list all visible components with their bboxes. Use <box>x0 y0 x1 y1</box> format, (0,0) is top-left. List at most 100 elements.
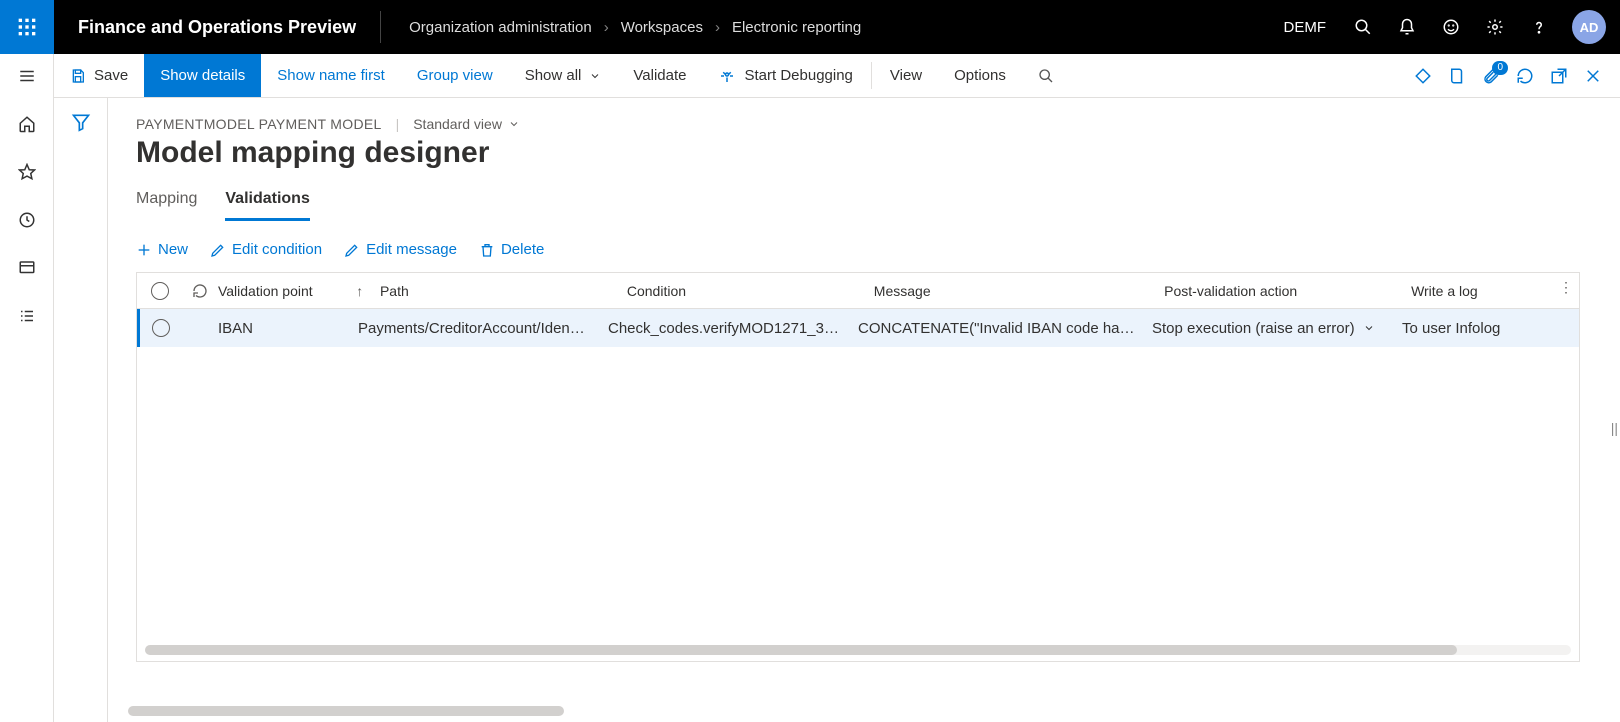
view-name-label: Standard view <box>413 116 502 132</box>
new-label: New <box>158 241 188 258</box>
show-all-label: Show all <box>525 67 582 84</box>
refresh-grid-icon[interactable] <box>192 283 208 299</box>
edit-condition-label: Edit condition <box>232 241 322 258</box>
breadcrumb-item[interactable]: Organization administration <box>409 19 592 36</box>
col-message[interactable]: Message <box>874 283 1164 299</box>
action-bar: Save Show details Show name first Group … <box>54 54 1620 98</box>
select-all-checkbox[interactable] <box>151 282 169 300</box>
main-content: PAYMENTMODEL PAYMENT MODEL | Standard vi… <box>108 98 1620 722</box>
home-icon[interactable] <box>15 112 39 136</box>
grid-header: Validation point ↑ Path Condition Messag… <box>137 273 1579 309</box>
plus-icon <box>136 242 152 258</box>
legal-entity[interactable]: DEMF <box>1284 19 1331 36</box>
app-title[interactable]: Finance and Operations Preview <box>54 17 380 38</box>
hamburger-icon[interactable] <box>15 64 39 88</box>
view-selector[interactable]: Standard view <box>413 116 520 132</box>
chevron-right-icon: › <box>604 19 609 36</box>
star-icon[interactable] <box>15 160 39 184</box>
page-title: Model mapping designer <box>136 136 1620 170</box>
tab-mapping[interactable]: Mapping <box>136 184 197 221</box>
book-icon[interactable] <box>1446 65 1468 87</box>
chevron-down-icon <box>1363 322 1375 334</box>
model-name: PAYMENTMODEL PAYMENT MODEL <box>136 116 382 132</box>
new-button[interactable]: New <box>136 241 188 258</box>
tabs: Mapping Validations <box>136 184 1620 221</box>
attach-badge: 0 <box>1492 61 1508 75</box>
search-icon <box>1038 68 1054 84</box>
row-checkbox[interactable] <box>152 319 170 337</box>
more-columns-icon[interactable]: ⋮ <box>1559 279 1573 296</box>
show-all-dropdown[interactable]: Show all <box>509 54 618 97</box>
sort-asc-icon[interactable]: ↑ <box>356 283 363 299</box>
validations-grid: ⋮ Validation point ↑ Path Condition Mess… <box>136 272 1580 662</box>
bell-icon[interactable] <box>1396 16 1418 38</box>
edit-message-button[interactable]: Edit message <box>344 241 457 258</box>
pencil-icon <box>344 242 360 258</box>
col-post-validation-action[interactable]: Post-validation action <box>1164 283 1411 299</box>
cell-validation-point: IBAN <box>218 320 358 337</box>
left-rail <box>0 54 54 722</box>
breadcrumb-item[interactable]: Workspaces <box>621 19 703 36</box>
show-details-button[interactable]: Show details <box>144 54 261 97</box>
start-debugging-button[interactable]: Start Debugging <box>702 54 868 97</box>
start-debugging-label: Start Debugging <box>744 67 852 84</box>
popout-icon[interactable] <box>1548 65 1570 87</box>
grid-toolbar: New Edit condition Edit message Delete <box>136 241 1620 258</box>
attach-icon[interactable]: 0 <box>1480 65 1502 87</box>
pencil-icon <box>210 242 226 258</box>
col-write-a-log[interactable]: Write a log <box>1411 283 1579 299</box>
cell-condition: Check_codes.verifyMOD1271_3… <box>608 320 858 337</box>
table-row[interactable]: IBAN Payments/CreditorAccount/Iden… Chec… <box>136 309 1579 347</box>
search-icon[interactable] <box>1352 16 1374 38</box>
cell-post-validation-action[interactable]: Stop execution (raise an error) <box>1152 320 1402 337</box>
diamond-icon[interactable] <box>1412 65 1434 87</box>
workspace-icon[interactable] <box>15 256 39 280</box>
delete-label: Delete <box>501 241 544 258</box>
view-button[interactable]: View <box>874 54 938 97</box>
smiley-icon[interactable] <box>1440 16 1462 38</box>
edit-message-label: Edit message <box>366 241 457 258</box>
gear-icon[interactable] <box>1484 16 1506 38</box>
close-icon[interactable] <box>1582 65 1604 87</box>
avatar[interactable]: AD <box>1572 10 1606 44</box>
options-button[interactable]: Options <box>938 54 1022 97</box>
col-condition[interactable]: Condition <box>627 283 874 299</box>
col-validation-point[interactable]: Validation point <box>218 283 356 299</box>
page-scrollbar[interactable] <box>128 706 1580 716</box>
save-label: Save <box>94 67 128 84</box>
topbar-right: DEMF AD <box>1284 10 1620 44</box>
cell-write-a-log: To user Infolog <box>1402 320 1572 337</box>
modules-icon[interactable] <box>15 304 39 328</box>
show-name-first-button[interactable]: Show name first <box>261 54 401 97</box>
funnel-icon[interactable] <box>71 112 91 722</box>
save-icon <box>70 68 86 84</box>
breadcrumb-item[interactable]: Electronic reporting <box>732 19 861 36</box>
clock-icon[interactable] <box>15 208 39 232</box>
page-header: PAYMENTMODEL PAYMENT MODEL | Standard vi… <box>136 116 1620 132</box>
filter-rail <box>54 98 108 722</box>
refresh-icon[interactable] <box>1514 65 1536 87</box>
pva-value: Stop execution (raise an error) <box>1152 320 1355 337</box>
grid-scrollbar[interactable] <box>145 645 1571 655</box>
delete-button[interactable]: Delete <box>479 241 544 258</box>
separator: | <box>396 116 400 132</box>
panel-grip-icon[interactable]: || <box>1611 420 1618 436</box>
help-icon[interactable] <box>1528 16 1550 38</box>
chevron-down-icon <box>508 118 520 130</box>
separator <box>871 62 872 89</box>
col-path[interactable]: Path <box>380 283 627 299</box>
validate-button[interactable]: Validate <box>617 54 702 97</box>
debug-icon <box>718 67 736 85</box>
waffle-icon[interactable] <box>0 0 54 54</box>
action-bar-right: 0 <box>1412 54 1620 97</box>
save-button[interactable]: Save <box>54 54 144 97</box>
cell-message: CONCATENATE("Invalid IBAN code ha… <box>858 320 1152 337</box>
tab-validations[interactable]: Validations <box>225 184 309 221</box>
edit-condition-button[interactable]: Edit condition <box>210 241 322 258</box>
top-bar: Finance and Operations Preview Organizat… <box>0 0 1620 54</box>
breadcrumb: Organization administration › Workspaces… <box>381 19 889 36</box>
search-action-button[interactable] <box>1022 54 1070 97</box>
group-view-button[interactable]: Group view <box>401 54 509 97</box>
chevron-down-icon <box>589 70 601 82</box>
cell-path: Payments/CreditorAccount/Iden… <box>358 320 608 337</box>
